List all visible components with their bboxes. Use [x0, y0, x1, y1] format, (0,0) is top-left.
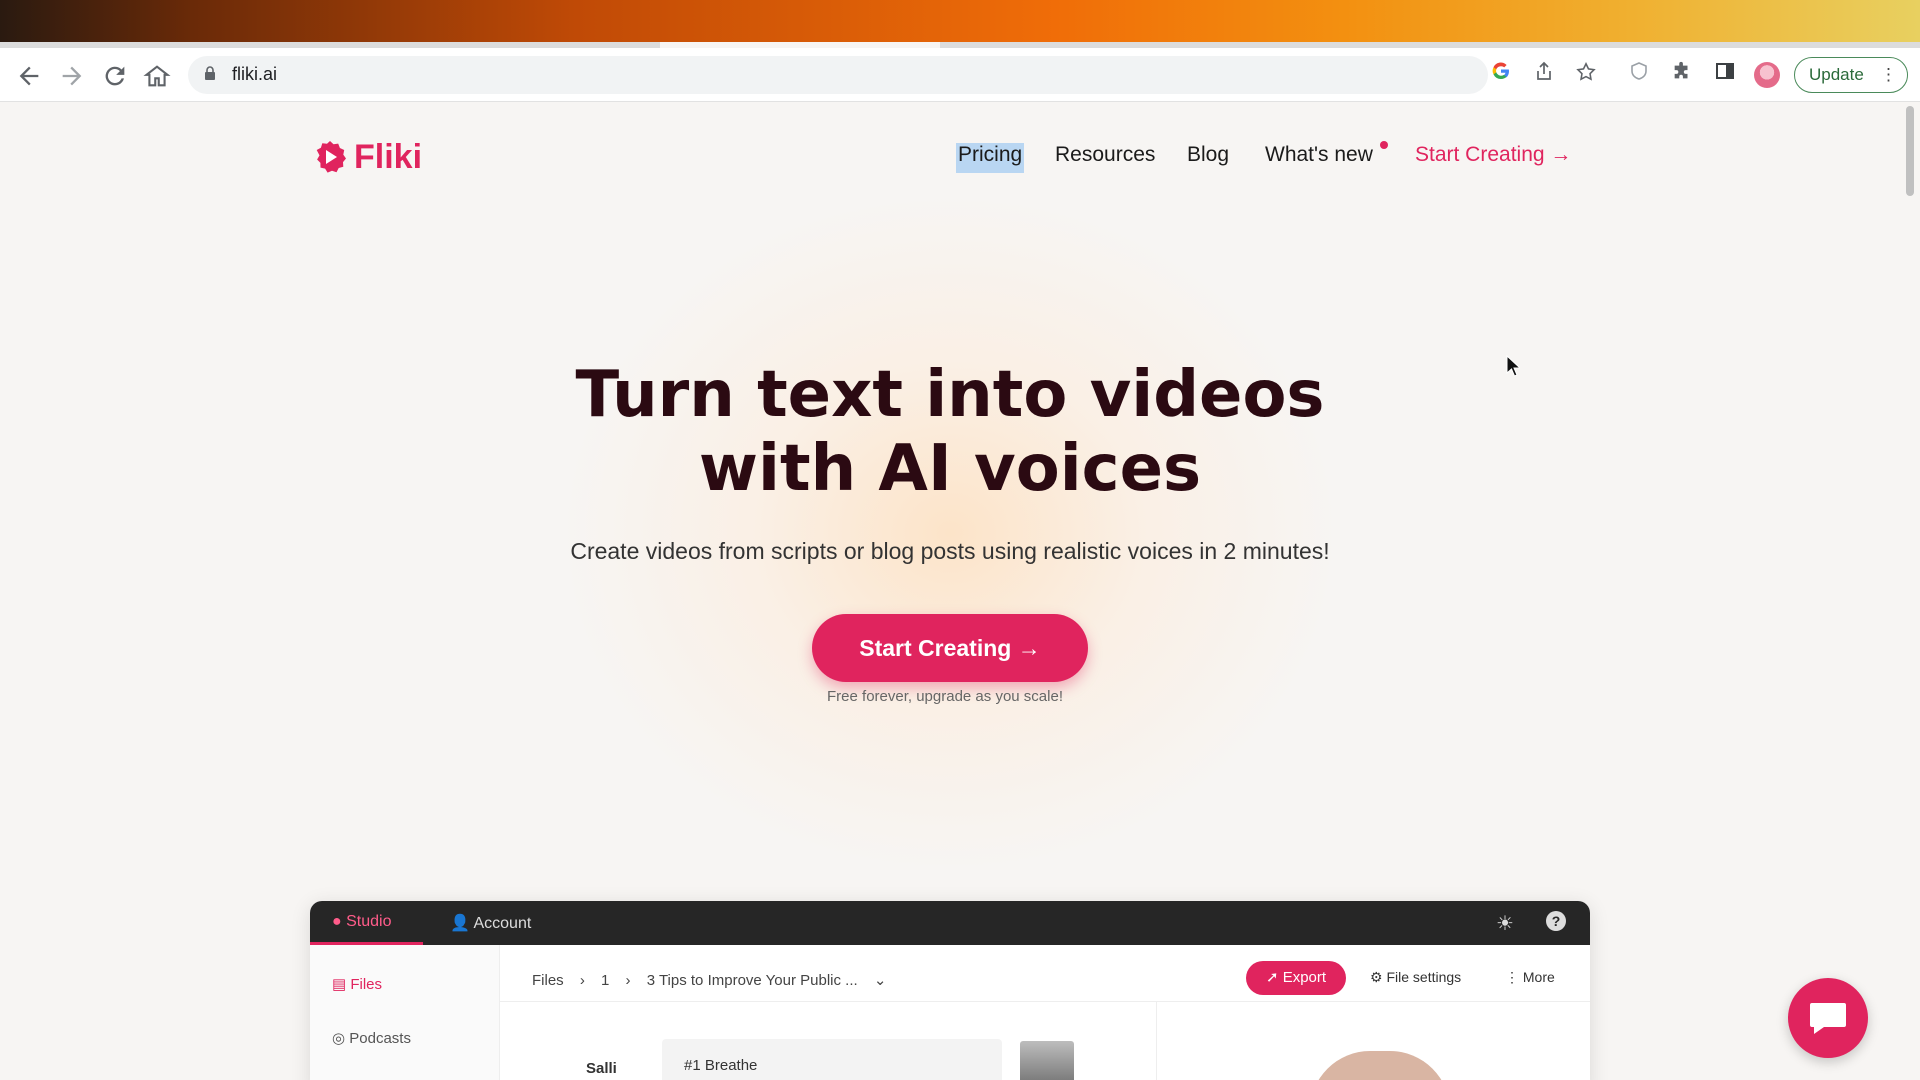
tab-studio-label: Studio — [346, 913, 392, 930]
sidebar-item-files[interactable]: ▤ Files — [332, 975, 382, 993]
tab-account[interactable]: 👤 Account — [450, 913, 531, 933]
account-icon: 👤 — [450, 915, 474, 932]
share-icon[interactable] — [1530, 61, 1558, 89]
hero-subtitle: Create videos from scripts or blog posts… — [570, 538, 1330, 564]
tab-account-label: Account — [473, 915, 532, 932]
sidebar-item-podcasts[interactable]: ◎ Podcasts — [332, 1029, 411, 1047]
app-preview: ● Studio 👤 Account ☀ ? ▤ Files ◎ Podcast… — [310, 901, 1590, 1080]
preview-sidebar: ▤ Files ◎ Podcasts — [310, 945, 500, 1080]
nav-resources[interactable]: Resources — [1055, 143, 1155, 173]
web-page: Fliki Pricing Resources Blog What's new … — [0, 103, 1900, 1080]
hero-title-line2: with AI voices — [698, 432, 1202, 506]
more-vertical-icon: ⋮ — [1505, 969, 1523, 985]
chevron-down-icon[interactable]: ⌄ — [874, 972, 887, 989]
chat-button[interactable] — [1788, 978, 1868, 1058]
start-creating-button[interactable]: Start Creating → — [812, 614, 1088, 682]
theme-toggle-icon[interactable]: ☀ — [1494, 911, 1516, 935]
browser-menu-icon[interactable]: ⋮ — [1880, 58, 1897, 91]
file-icon: ▤ — [332, 976, 351, 993]
export-button[interactable]: ➚ Export — [1246, 961, 1346, 995]
fliki-logo[interactable]: Fliki — [312, 137, 422, 177]
voice-name[interactable]: Salli — [586, 1060, 617, 1077]
more-button[interactable]: ⋮ More — [1505, 969, 1555, 986]
notification-dot — [1380, 141, 1388, 149]
tab-studio[interactable]: ● Studio — [332, 913, 391, 931]
help-icon[interactable]: ? — [1546, 911, 1566, 931]
side-panel-icon[interactable] — [1711, 61, 1739, 89]
update-label: Update — [1809, 65, 1864, 84]
nav-whats-new[interactable]: What's new — [1265, 143, 1373, 173]
back-arrow-icon[interactable] — [15, 62, 43, 90]
reload-icon[interactable] — [101, 62, 129, 90]
preview-topbar: ● Studio 👤 Account ☀ ? — [310, 901, 1590, 945]
nav-blog[interactable]: Blog — [1187, 143, 1229, 173]
google-icon[interactable] — [1487, 61, 1515, 89]
file-settings-label: File settings — [1386, 969, 1462, 985]
breadcrumb-separator: › — [579, 972, 585, 989]
sidebar-podcasts-label: Podcasts — [349, 1030, 411, 1047]
breadcrumb-folder[interactable]: 1 — [601, 972, 609, 989]
lock-icon — [205, 66, 215, 80]
fliki-logo-icon — [316, 141, 346, 173]
logo-text: Fliki — [354, 137, 423, 176]
sidebar-files-label: Files — [350, 976, 383, 993]
star-icon[interactable] — [1572, 61, 1600, 89]
hero-glow — [560, 193, 1340, 873]
breadcrumb: Files › 1 › 3 Tips to Improve Your Publi… — [532, 971, 898, 989]
divider — [1156, 1001, 1157, 1080]
divider — [500, 1001, 1590, 1002]
cta-note: Free forever, upgrade as you scale! — [827, 688, 1063, 705]
shield-icon[interactable] — [1625, 61, 1653, 89]
nav-start-creating[interactable]: Start Creating → — [1415, 143, 1571, 173]
scene-label: #1 Breathe — [684, 1057, 758, 1074]
breadcrumb-files[interactable]: Files — [532, 972, 564, 989]
chat-bubble-icon — [1810, 1003, 1846, 1034]
address-bar[interactable]: fliki.ai — [188, 56, 1488, 94]
gear-icon: ⚙ — [1370, 969, 1387, 985]
home-icon[interactable] — [143, 62, 171, 90]
browser-toolbar: fliki.ai Update ⋮ — [0, 48, 1920, 102]
more-label: More — [1522, 969, 1555, 985]
page-scrollbar[interactable] — [1900, 103, 1920, 1080]
mouse-cursor-icon — [1506, 355, 1520, 377]
forward-arrow-icon[interactable] — [58, 62, 86, 90]
rocket-icon: ➚ — [1265, 969, 1283, 986]
avatar-video-preview — [1310, 1051, 1450, 1080]
nav-pricing[interactable]: Pricing — [956, 143, 1025, 173]
url-text: fliki.ai — [232, 64, 278, 84]
update-button[interactable]: Update ⋮ — [1794, 57, 1908, 93]
desktop-background-strip — [0, 0, 1920, 42]
hero-title: Turn text into videos with AI voices — [0, 358, 1900, 506]
puzzle-icon[interactable] — [1668, 61, 1696, 89]
profile-avatar[interactable] — [1754, 62, 1780, 88]
podcast-icon: ◎ — [332, 1030, 350, 1047]
export-label: Export — [1282, 969, 1327, 986]
scene-thumbnail[interactable] — [1020, 1041, 1074, 1080]
file-settings-button[interactable]: ⚙ File settings — [1370, 969, 1461, 986]
breadcrumb-file[interactable]: 3 Tips to Improve Your Public ... — [647, 972, 858, 989]
studio-icon: ● — [332, 913, 347, 930]
hero-title-line1: Turn text into videos — [575, 358, 1325, 432]
breadcrumb-separator: › — [625, 972, 631, 989]
scrollbar-thumb[interactable] — [1906, 106, 1914, 196]
